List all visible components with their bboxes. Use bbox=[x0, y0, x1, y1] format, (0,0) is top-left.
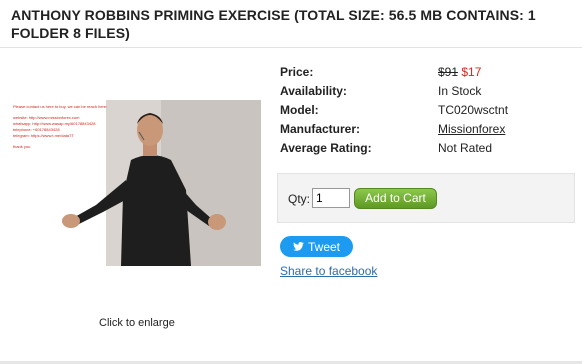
model-row: Model: TC020wsctnt bbox=[280, 100, 508, 119]
rating-value: Not Rated bbox=[438, 140, 493, 155]
rating-label: Average Rating: bbox=[280, 140, 372, 155]
click-to-enlarge-link[interactable]: Click to enlarge bbox=[99, 317, 175, 329]
tweet-button[interactable]: Tweet bbox=[280, 236, 353, 257]
share-facebook-link[interactable]: Share to facebook bbox=[280, 264, 377, 278]
product-title: ANTHONY ROBBINS PRIMING EXERCISE (TOTAL … bbox=[11, 7, 536, 41]
watermark-line: Please contact us here to buy, we can be… bbox=[13, 104, 107, 109]
twitter-bird-icon bbox=[293, 242, 304, 251]
availability-value: In Stock bbox=[438, 83, 482, 98]
watermark-line: telegram: https://www.t.me/dataTT bbox=[13, 133, 74, 138]
manufacturer-link[interactable]: Missionforex bbox=[438, 122, 505, 136]
quantity-input[interactable] bbox=[312, 188, 350, 208]
rating-row: Average Rating: Not Rated bbox=[280, 138, 508, 157]
product-photo: Please contact us here to buy, we can be… bbox=[11, 100, 261, 266]
availability-label: Availability: bbox=[280, 83, 347, 98]
add-to-cart-button[interactable]: Add to Cart bbox=[354, 188, 437, 209]
product-info: Price: $91 $17 Availability: In Stock Mo… bbox=[280, 62, 508, 157]
watermark-line: telephone: +60178843428 bbox=[13, 127, 60, 132]
availability-row: Availability: In Stock bbox=[280, 81, 508, 100]
qty-label: Qty: bbox=[288, 192, 311, 206]
model-label: Model: bbox=[280, 102, 319, 117]
watermark-line: whatsapp: http://www.wasap.my/6017884342… bbox=[13, 121, 96, 126]
price-row: Price: $91 $17 bbox=[280, 62, 508, 81]
manufacturer-row: Manufacturer: Missionforex bbox=[280, 119, 508, 138]
sale-price: $17 bbox=[461, 64, 482, 79]
model-value: TC020wsctnt bbox=[438, 102, 509, 117]
add-to-cart-box: Qty: Add to Cart bbox=[277, 173, 575, 223]
product-image[interactable]: Please contact us here to buy, we can be… bbox=[11, 100, 261, 266]
title-divider bbox=[0, 47, 582, 48]
watermark-line: website: http://www.missionforex.com bbox=[13, 115, 80, 120]
old-price: $91 bbox=[438, 64, 459, 79]
manufacturer-label: Manufacturer: bbox=[280, 121, 361, 136]
watermark-line: thank you bbox=[13, 144, 30, 149]
price-label: Price: bbox=[280, 64, 314, 79]
tweet-label: Tweet bbox=[307, 239, 340, 254]
